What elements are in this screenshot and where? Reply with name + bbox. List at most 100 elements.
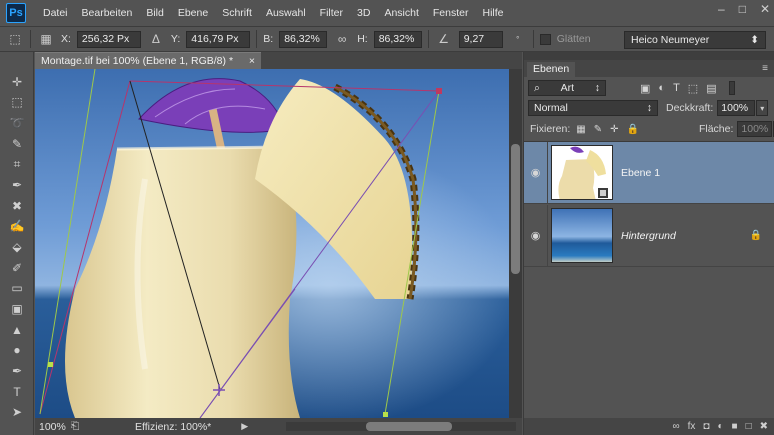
brush-tool-icon[interactable]: ✍ xyxy=(9,218,25,234)
layer-filter-row: ⌕ Art ↕ ▣ ◐ T ⬚ ▤ xyxy=(528,79,770,97)
x-position-input[interactable] xyxy=(76,30,141,48)
link-icon[interactable]: ∞ xyxy=(333,31,351,47)
fill-label: Fläche: xyxy=(698,123,734,135)
menu-hilfe[interactable]: Hilfe xyxy=(476,7,511,19)
canvas-image xyxy=(35,69,509,418)
separator xyxy=(532,30,534,48)
link-layers-icon[interactable]: ∞ xyxy=(673,421,680,432)
minimize-button[interactable]: – xyxy=(718,2,725,16)
fill-input[interactable]: 100% xyxy=(737,121,773,137)
share-icon[interactable]: ⎗ xyxy=(71,420,89,433)
adjustment-layer-icon[interactable]: ◐ xyxy=(717,421,723,432)
y-position-input[interactable] xyxy=(186,30,251,48)
document-tab[interactable]: Montage.tif bei 100% (Ebene 1, RGB/8) * … xyxy=(35,52,261,69)
zoom-level[interactable]: 100% xyxy=(35,421,71,433)
dodge-tool-icon[interactable]: ● xyxy=(9,342,25,358)
eye-icon: ◉ xyxy=(530,230,541,242)
tab-layers[interactable]: Ebenen xyxy=(527,62,576,77)
menu-bild[interactable]: Bild xyxy=(139,7,171,19)
type-tool-icon[interactable]: T xyxy=(9,384,25,400)
reference-point-icon[interactable]: ▦ xyxy=(37,31,55,47)
new-layer-icon[interactable]: □ xyxy=(746,421,752,432)
vertical-scrollbar[interactable] xyxy=(509,69,522,418)
panel-menu-icon[interactable]: ≡ xyxy=(762,63,768,74)
lock-icons: ▦ ✎ ✛ 🔒 xyxy=(576,124,639,135)
layers-panel: Ebenen ≡ ⌕ Art ↕ ▣ ◐ T ⬚ ▤ Normal ↕ Deck… xyxy=(523,52,774,435)
height-percent-input[interactable] xyxy=(373,30,422,48)
crop-tool-icon[interactable]: ⌗ xyxy=(9,156,25,172)
filter-icons: ▣ ◐ T ⬚ ▤ xyxy=(640,82,717,95)
eraser-tool-icon[interactable]: ▭ xyxy=(9,280,25,296)
degree-icon: ° xyxy=(516,34,520,44)
eye-icon: ◉ xyxy=(530,167,541,179)
smooth-checkbox[interactable] xyxy=(539,33,551,45)
new-group-icon[interactable]: ■ xyxy=(732,421,738,432)
menu-datei[interactable]: Datei xyxy=(36,7,75,19)
blend-mode-select[interactable]: Normal ↕ xyxy=(528,100,658,116)
lock-pixels-icon[interactable]: ✎ xyxy=(594,124,602,135)
workspace-select[interactable]: Heico Neumeyer ⬍ xyxy=(624,31,766,49)
layer-name[interactable]: Hintergrund xyxy=(621,230,676,242)
menu-3d[interactable]: 3D xyxy=(350,7,377,19)
pen-tool-icon[interactable]: ✒ xyxy=(9,363,25,379)
close-tab-button[interactable]: × xyxy=(249,55,255,67)
menu-fenster[interactable]: Fenster xyxy=(426,7,476,19)
opacity-input[interactable]: 100% xyxy=(717,100,756,116)
maximize-button[interactable]: □ xyxy=(739,2,746,16)
width-percent-input[interactable] xyxy=(279,30,328,48)
menu-filter[interactable]: Filter xyxy=(313,7,350,19)
add-mask-icon[interactable]: ◘ xyxy=(703,421,709,432)
transform-tool-icon[interactable]: ⬚ xyxy=(6,31,24,47)
lasso-tool-icon[interactable]: ➰ xyxy=(9,115,25,131)
separator xyxy=(427,30,429,48)
menu-ansicht[interactable]: Ansicht xyxy=(377,7,425,19)
panel-collapse-bar[interactable] xyxy=(524,52,774,60)
blur-tool-icon[interactable]: ▲ xyxy=(9,322,25,338)
vertical-scroll-thumb[interactable] xyxy=(511,144,520,274)
path-selection-tool-icon[interactable]: ➤ xyxy=(9,404,25,420)
eyedropper-tool-icon[interactable]: ✒ xyxy=(9,177,25,193)
status-menu-arrow-icon[interactable]: ▶ xyxy=(241,421,248,432)
efficiency-text: Effizienz: 100%* xyxy=(135,420,212,433)
visibility-toggle[interactable]: ◉ xyxy=(524,205,548,266)
delta-icon[interactable]: Δ xyxy=(147,31,165,47)
marquee-tool-icon[interactable]: ⬚ xyxy=(9,94,25,110)
type-filter-icon[interactable]: T xyxy=(673,82,680,95)
gradient-tool-icon[interactable]: ▣ xyxy=(9,301,25,317)
menu-auswahl[interactable]: Auswahl xyxy=(259,7,313,19)
layer-row-ebene-1[interactable]: ◉ Ebene 1 xyxy=(524,142,774,204)
visibility-toggle[interactable]: ◉ xyxy=(524,142,548,203)
chevron-updown-icon: ↕ xyxy=(646,102,652,114)
panel-tabs: Ebenen ≡ xyxy=(524,60,774,77)
lock-position-icon[interactable]: ✛ xyxy=(610,124,618,135)
trash-icon[interactable]: ✖ xyxy=(760,421,768,432)
smartobject-filter-icon[interactable]: ▤ xyxy=(706,82,716,95)
horizontal-scrollbar[interactable] xyxy=(286,422,516,431)
menu-schrift[interactable]: Schrift xyxy=(215,7,259,19)
layer-thumbnail xyxy=(551,145,613,200)
pixel-filter-icon[interactable]: ▣ xyxy=(640,82,650,95)
move-tool-icon[interactable]: ✛ xyxy=(9,74,25,90)
healing-tool-icon[interactable]: ✖ xyxy=(9,198,25,214)
filter-kind-select[interactable]: ⌕ Art ↕ xyxy=(528,80,606,96)
horizontal-scroll-thumb[interactable] xyxy=(366,422,452,431)
menu-bearbeiten[interactable]: Bearbeiten xyxy=(75,7,140,19)
menu-ebene[interactable]: Ebene xyxy=(171,7,215,19)
filter-toggle[interactable] xyxy=(728,81,735,95)
close-window-button[interactable]: ✕ xyxy=(760,2,770,16)
rotation-input[interactable] xyxy=(458,30,503,48)
document-canvas[interactable] xyxy=(35,69,509,418)
quick-selection-tool-icon[interactable]: ✎ xyxy=(9,136,25,152)
fx-icon[interactable]: fx xyxy=(688,421,696,432)
clone-stamp-tool-icon[interactable]: ⬙ xyxy=(9,239,25,255)
chevron-down-icon: ⬍ xyxy=(750,34,759,46)
opacity-slider-button[interactable]: ▾ xyxy=(756,100,769,116)
adjustment-filter-icon[interactable]: ◐ xyxy=(658,82,665,95)
lock-transparency-icon[interactable]: ▦ xyxy=(576,124,585,135)
lock-all-icon[interactable]: 🔒 xyxy=(627,124,639,135)
layer-row-hintergrund[interactable]: ◉ Hintergrund � xyxy=(524,205,774,267)
layer-name[interactable]: Ebene 1 xyxy=(621,167,660,179)
app-logo: Ps xyxy=(6,3,26,23)
history-brush-tool-icon[interactable]: ✐ xyxy=(9,260,25,276)
shape-filter-icon[interactable]: ⬚ xyxy=(688,82,698,95)
